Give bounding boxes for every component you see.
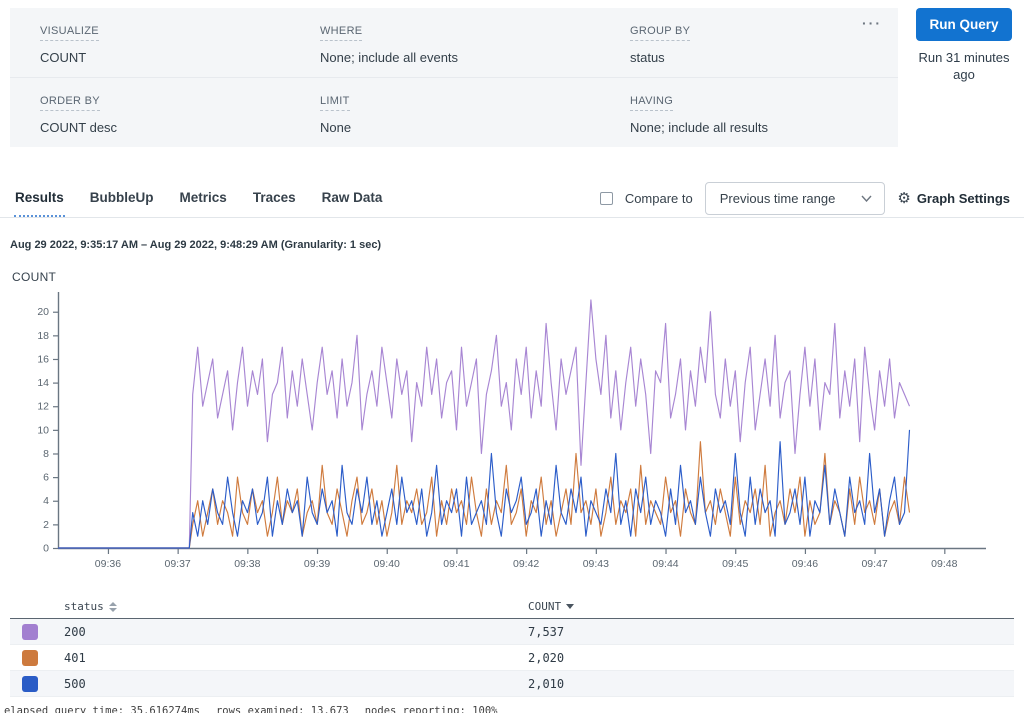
query-section-label: VISUALIZE [40,25,99,41]
legend-column-header-status[interactable]: status [64,600,528,613]
x-tick-label: 09:43 [583,558,609,570]
last-run-text: Run 31 minutes ago [914,50,1014,84]
overflow-menu-button[interactable]: ··· [862,16,882,30]
query-section-group-by[interactable]: GROUP BY status [630,21,868,65]
y-tick-label: 14 [37,377,49,389]
x-tick-label: 09:39 [304,558,330,570]
time-range-text: Aug 29 2022, 9:35:17 AM – Aug 29 2022, 9… [10,239,1014,251]
tab-raw-data[interactable]: Raw Data [321,180,384,217]
compare-to-label[interactable]: Compare to [625,191,693,206]
legend-table: statusCOUNT2007,5374012,0205002,010 [10,595,1014,697]
x-tick-label: 09:45 [722,558,748,570]
query-section-label: HAVING [630,95,673,111]
results-chart[interactable]: 0 2 4 6 8 10 12 14 16 18 20 09:36 09:37 09:38 09:39 09:… [10,286,1024,583]
graph-settings-button[interactable]: ⚙ Graph Settings [897,191,1010,206]
column-label: COUNT [528,600,561,613]
query-section-order-by[interactable]: ORDER BY COUNT desc [40,91,320,135]
query-section-visualize[interactable]: VISUALIZE COUNT [40,21,320,65]
chart-title: COUNT [12,270,1024,284]
y-tick-label: 4 [43,495,49,507]
tabs: Results BubbleUp Metrics Traces Raw Data [14,180,407,217]
legend-header-row: status COUNT [10,595,1014,619]
series-color-swatch [22,650,38,666]
compare-time-range-value: Previous time range [720,191,836,206]
sort-both-icon [109,602,117,612]
query-section-label: LIMIT [320,95,350,111]
series-line-500 [58,430,910,548]
status-value: 200 [64,625,528,639]
query-section-label: WHERE [320,25,362,41]
x-tick-label: 09:40 [374,558,400,570]
count-value: 2,010 [528,677,1014,691]
query-stats-footer: elapsed query time: 35.616274ms rows exam… [4,705,1024,713]
x-tick-label: 09:48 [931,558,957,570]
count-value: 7,537 [528,625,1014,639]
tab-metrics[interactable]: Metrics [179,180,228,217]
y-tick-label: 10 [37,424,49,436]
x-tick-label: 09:42 [513,558,539,570]
tab-bar: Results BubbleUp Metrics Traces Raw Data Com… [0,180,1024,218]
x-tick-label: 09:44 [652,558,678,570]
y-tick-label: 6 [43,472,49,484]
query-section-value: COUNT [40,50,320,65]
status-value: 500 [64,677,528,691]
graph-settings-label: Graph Settings [917,191,1010,206]
stat-segment: rows examined: 13,673 [216,705,349,713]
query-section-value: None; include all results [630,120,868,135]
series-color-swatch [22,624,38,640]
y-tick-label: 2 [43,519,49,531]
tab-results[interactable]: Results [14,180,65,217]
run-query-button[interactable]: Run Query [916,8,1012,41]
x-tick-label: 09:38 [234,558,260,570]
query-section-having[interactable]: HAVING None; include all results [630,91,868,135]
y-tick-label: 18 [37,330,49,342]
query-builder-panel: VISUALIZE COUNTWHERE None; include all eve… [10,8,898,147]
y-tick-label: 8 [43,448,49,460]
x-tick-label: 09:37 [165,558,191,570]
query-section-limit[interactable]: LIMIT None [320,91,630,135]
x-tick-label: 09:46 [792,558,818,570]
status-value: 401 [64,651,528,665]
x-tick-label: 09:36 [95,558,121,570]
y-tick-label: 12 [37,401,49,413]
y-tick-label: 0 [43,543,49,555]
chevron-down-icon [861,195,872,202]
gear-icon: ⚙ [897,191,910,206]
legend-row-500[interactable]: 5002,010 [10,671,1014,697]
run-column: Run Query Run 31 minutes ago [914,8,1014,147]
series-color-swatch [22,676,38,692]
legend-column-header-count[interactable]: COUNT [528,600,1014,613]
tab-traces[interactable]: Traces [252,180,297,217]
series-line-401 [58,442,910,548]
stat-segment: nodes reporting: 100% [365,705,498,713]
query-section-value: status [630,50,868,65]
chart-svg[interactable]: 0 2 4 6 8 10 12 14 16 18 20 09:36 09:37 09:38 09:39 09:… [10,286,1014,578]
query-section-label: GROUP BY [630,25,690,41]
column-label: status [64,600,104,613]
query-section-value: COUNT desc [40,120,320,135]
count-value: 2,020 [528,651,1014,665]
query-section-value: None [320,120,630,135]
tab-controls: Compare to Previous time range ⚙ Graph S… [600,180,1010,217]
x-tick-label: 09:47 [861,558,887,570]
x-tick-label: 09:41 [443,558,469,570]
stat-segment: elapsed query time: 35.616274ms [4,705,200,713]
query-row-2: ORDER BY COUNT descLIMIT NoneHAVING None; i… [10,78,898,147]
query-section-label: ORDER BY [40,95,100,111]
query-section-where[interactable]: WHERE None; include all events [320,21,630,65]
query-section-value: None; include all events [320,50,630,65]
legend-row-200[interactable]: 2007,537 [10,619,1014,645]
page: VISUALIZECOUNTWHERENone; include all eve… [0,0,1024,713]
sort-desc-icon [566,604,574,609]
legend-row-401[interactable]: 4012,020 [10,645,1014,671]
query-builder-row: VISUALIZE COUNTWHERE None; include all eve… [10,8,1014,147]
tab-bubbleup[interactable]: BubbleUp [89,180,155,217]
y-tick-label: 16 [37,353,49,365]
compare-time-range-select[interactable]: Previous time range [705,182,886,215]
compare-to-checkbox[interactable] [600,192,613,205]
y-tick-label: 20 [37,306,49,318]
query-row-1: VISUALIZE COUNTWHERE None; include all eve… [10,8,898,78]
